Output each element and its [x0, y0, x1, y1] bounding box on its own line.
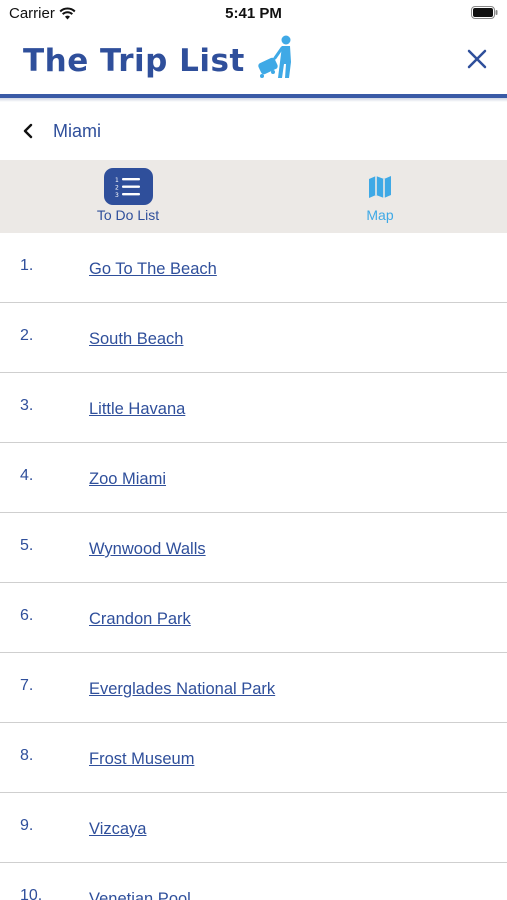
item-link[interactable]: Crandon Park [89, 610, 191, 629]
item-link[interactable]: Wynwood Walls [89, 540, 206, 559]
item-link[interactable]: Venetian Pool [89, 890, 191, 900]
app-title: The Trip List [23, 43, 245, 79]
svg-text:2: 2 [115, 184, 119, 191]
item-number: 7. [20, 677, 34, 694]
status-time: 5:41 PM [225, 5, 282, 22]
app-header: The Trip List [0, 28, 507, 94]
todo-list: 1. Go To The Beach 2. South Beach 3. Lit… [0, 233, 507, 900]
map-icon [356, 168, 405, 205]
list-item: 2. South Beach [0, 303, 507, 373]
svg-text:1: 1 [115, 177, 119, 184]
list-item: 1. Go To The Beach [0, 233, 507, 303]
item-number: 8. [20, 747, 34, 764]
battery-icon [471, 6, 498, 23]
tab-todo-list[interactable]: 1 2 3 To Do List [78, 168, 178, 223]
list-item: 6. Crandon Park [0, 583, 507, 653]
list-item: 8. Frost Museum [0, 723, 507, 793]
list-item: 10. Venetian Pool [0, 863, 507, 900]
item-number: 5. [20, 537, 34, 554]
tab-todo-label: To Do List [96, 207, 160, 223]
tab-map[interactable]: Map [330, 168, 430, 223]
close-button[interactable] [465, 47, 489, 71]
item-link[interactable]: Little Havana [89, 400, 185, 419]
status-bar: Carrier 5:41 PM [0, 0, 507, 28]
item-link[interactable]: Vizcaya [89, 820, 146, 839]
item-number: 9. [20, 817, 34, 834]
item-link[interactable]: Everglades National Park [89, 680, 275, 699]
list-item: 4. Zoo Miami [0, 443, 507, 513]
list-item: 9. Vizcaya [0, 793, 507, 863]
item-link[interactable]: Go To The Beach [89, 260, 217, 279]
list-icon: 1 2 3 [103, 168, 153, 205]
svg-text:3: 3 [115, 192, 119, 199]
item-number: 6. [20, 607, 34, 624]
item-number: 2. [20, 327, 34, 344]
item-link[interactable]: South Beach [89, 330, 184, 349]
item-number: 4. [20, 467, 34, 484]
item-number: 3. [20, 397, 34, 414]
list-item: 5. Wynwood Walls [0, 513, 507, 583]
item-number: 10. [20, 887, 43, 900]
breadcrumb: Miami [0, 102, 507, 160]
back-chevron-icon[interactable] [20, 123, 36, 139]
breadcrumb-label[interactable]: Miami [53, 121, 101, 142]
traveler-icon [258, 35, 291, 78]
tab-map-label: Map [366, 207, 394, 223]
list-item: 3. Little Havana [0, 373, 507, 443]
item-link[interactable]: Frost Museum [89, 750, 194, 769]
tab-bar: 1 2 3 To Do List Map [0, 160, 507, 233]
item-link[interactable]: Zoo Miami [89, 470, 166, 489]
list-item: 7. Everglades National Park [0, 653, 507, 723]
item-number: 1. [20, 257, 34, 274]
